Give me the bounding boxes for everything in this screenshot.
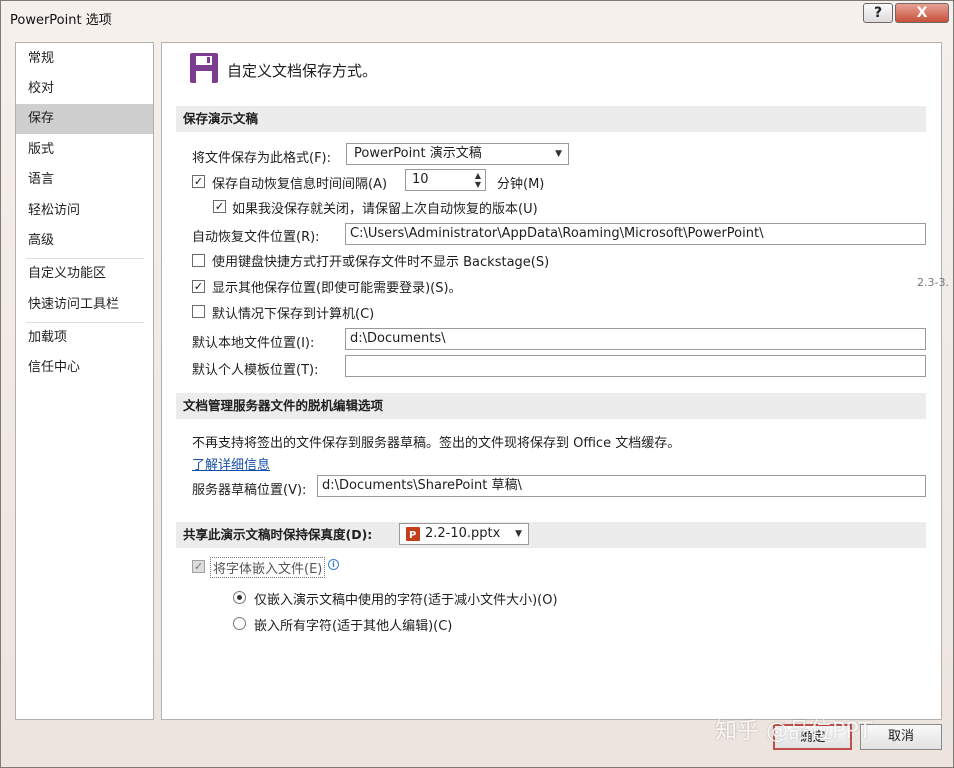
close-icon: X xyxy=(916,5,928,21)
embed-all-chars-radio[interactable] xyxy=(233,617,246,630)
server-drafts-input[interactable]: d:\Documents\SharePoint 草稿\ xyxy=(317,475,926,497)
help-icon: ? xyxy=(873,5,883,21)
sidebar-item-trust-center[interactable]: 信任中心 xyxy=(16,353,153,383)
embed-used-chars-label: 仅嵌入演示文稿中使用的字符(适于减小文件大小)(O) xyxy=(254,593,558,608)
sidebar-item-customize-ribbon[interactable]: 自定义功能区 xyxy=(16,259,153,289)
embed-fonts-label: 将字体嵌入文件(E) xyxy=(210,557,326,578)
sidebar-item-general[interactable]: 常规 xyxy=(16,44,153,74)
sidebar-item-save[interactable]: 保存 xyxy=(16,104,153,134)
fidelity-label: 共享此演示文稿时保持保真度(D): xyxy=(183,527,373,542)
chevron-down-icon: ▼ xyxy=(555,149,562,159)
embed-used-chars-radio[interactable] xyxy=(233,591,246,604)
save-to-computer-label: 默认情况下保存到计算机(C) xyxy=(212,307,375,322)
local-location-label: 默认本地文件位置(I): xyxy=(192,336,315,351)
keep-last-version-checkbox[interactable]: ✓ xyxy=(213,200,226,213)
sidebar-item-advanced[interactable]: 高级 xyxy=(16,226,153,256)
svg-text:P: P xyxy=(409,530,416,541)
sidebar-item-language[interactable]: 语言 xyxy=(16,165,153,195)
keep-last-version-label: 如果我没保存就关闭，请保留上次自动恢复的版本(U) xyxy=(232,202,538,217)
save-format-value: PowerPoint 演示文稿 xyxy=(354,146,482,161)
save-to-computer-checkbox[interactable] xyxy=(192,305,205,318)
autorecover-checkbox[interactable]: ✓ xyxy=(192,175,205,188)
close-button[interactable]: X xyxy=(895,3,949,23)
save-disk-icon xyxy=(190,53,218,83)
spinner-arrows-icon[interactable]: ▲ ▼ xyxy=(475,171,481,189)
autorecover-minutes-value: 10 xyxy=(412,172,429,187)
server-drafts-label: 服务器草稿位置(V): xyxy=(192,483,307,498)
sidebar-item-addins[interactable]: 加载项 xyxy=(16,323,153,353)
minutes-label: 分钟(M) xyxy=(497,177,545,192)
template-location-input[interactable] xyxy=(345,355,926,377)
fidelity-file-value: 2.2-10.pptx xyxy=(425,526,501,541)
cancel-button[interactable]: 取消 xyxy=(860,724,942,750)
autorecover-minutes-spinner[interactable]: 10 ▲ ▼ xyxy=(405,169,486,191)
no-backstage-label: 使用键盘快捷方式打开或保存文件时不显示 Backstage(S) xyxy=(212,255,550,270)
sidebar-item-layout[interactable]: 版式 xyxy=(16,135,153,165)
sidebar: 常规 校对 保存 版式 语言 轻松访问 高级 自定义功能区 快速访问工具栏 加载… xyxy=(15,42,154,720)
chevron-down-icon: ▼ xyxy=(515,529,522,539)
embed-all-chars-label: 嵌入所有字符(适于其他人编辑)(C) xyxy=(254,619,453,634)
autorecover-label: 保存自动恢复信息时间间隔(A) xyxy=(212,177,388,192)
content-panel: 自定义文档保存方式。 保存演示文稿 将文件保存为此格式(F): PowerPoi… xyxy=(161,42,942,720)
local-location-input[interactable]: d:\Documents\ xyxy=(345,328,926,350)
offline-note: 不再支持将签出的文件保存到服务器草稿。签出的文件现将保存到 Office 文档缓… xyxy=(192,436,681,451)
save-format-select[interactable]: PowerPoint 演示文稿 ▼ xyxy=(346,143,569,165)
embed-fonts-checkbox[interactable]: ✓ xyxy=(192,560,205,573)
template-location-label: 默认个人模板位置(T): xyxy=(192,363,319,378)
section-header-save: 保存演示文稿 xyxy=(176,106,926,132)
section-header-offline: 文档管理服务器文件的脱机编辑选项 xyxy=(176,393,926,419)
learn-more-link[interactable]: 了解详细信息 xyxy=(192,454,270,473)
title-bar: PowerPoint 选项 ? X xyxy=(1,1,953,33)
watermark: 知乎 @品位PPT xyxy=(715,719,872,744)
options-dialog: PowerPoint 选项 ? X 常规 校对 保存 版式 语言 轻松访问 高级… xyxy=(0,0,954,768)
no-backstage-checkbox[interactable] xyxy=(192,254,205,267)
info-icon: i xyxy=(328,559,339,570)
pptx-file-icon: P xyxy=(406,527,420,541)
save-format-label: 将文件保存为此格式(F): xyxy=(192,151,332,166)
sidebar-item-accessibility[interactable]: 轻松访问 xyxy=(16,196,153,226)
sidebar-item-proofing[interactable]: 校对 xyxy=(16,74,153,104)
show-other-locations-label: 显示其他保存位置(即使可能需要登录)(S)。 xyxy=(212,281,462,296)
show-other-locations-checkbox[interactable]: ✓ xyxy=(192,280,205,293)
help-button[interactable]: ? xyxy=(863,3,893,23)
page-title: 自定义文档保存方式。 xyxy=(227,62,378,80)
background-fragment: 2.3-3. xyxy=(917,276,949,289)
section-header-fidelity: 共享此演示文稿时保持保真度(D): xyxy=(176,522,926,548)
window-title: PowerPoint 选项 xyxy=(10,13,112,28)
fidelity-file-select[interactable]: P 2.2-10.pptx ▼ xyxy=(399,523,529,545)
autorecover-location-label: 自动恢复文件位置(R): xyxy=(192,230,320,245)
sidebar-item-quick-access-toolbar[interactable]: 快速访问工具栏 xyxy=(16,290,153,320)
autorecover-location-input[interactable]: C:\Users\Administrator\AppData\Roaming\M… xyxy=(345,223,926,245)
